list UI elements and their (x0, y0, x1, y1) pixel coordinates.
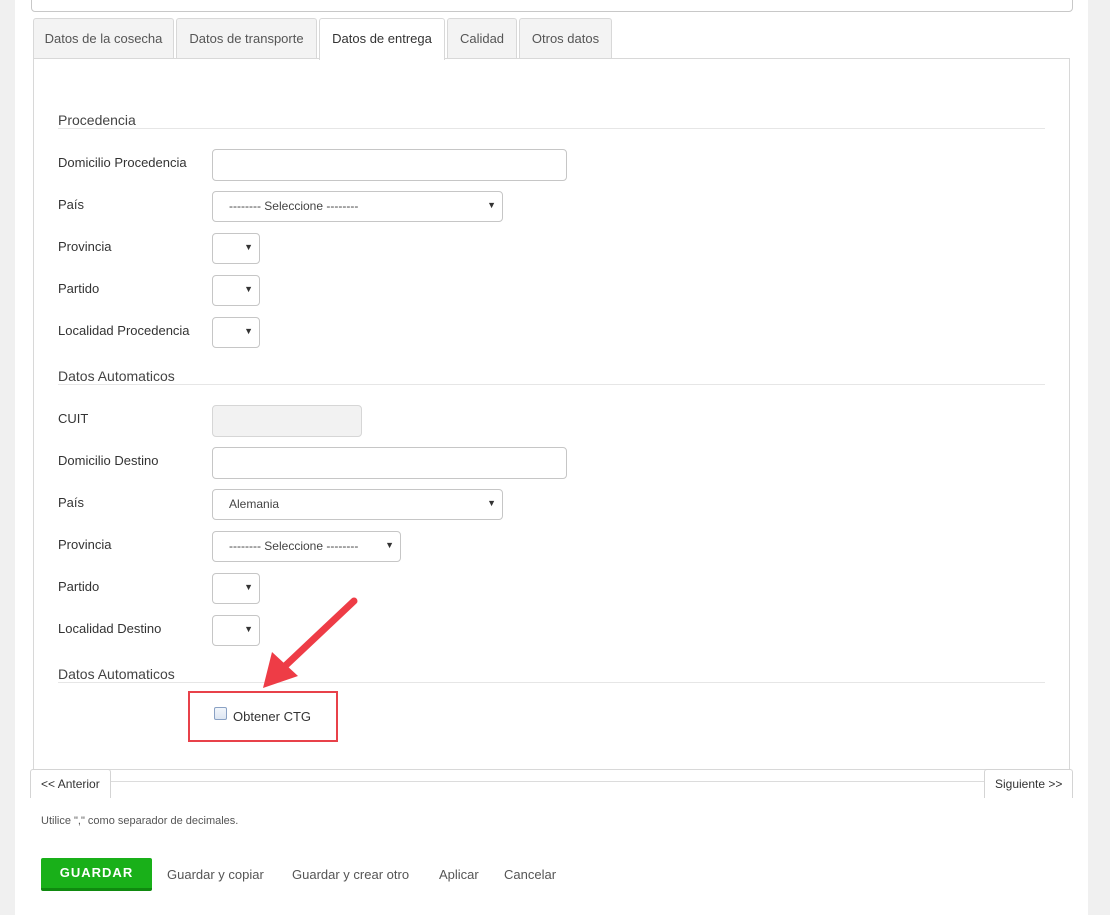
label-domicilio-destino: Domicilio Destino (58, 453, 159, 468)
caret-down-icon: ▼ (244, 624, 253, 634)
partido-destino-select[interactable]: ▼ (212, 573, 260, 604)
label-provincia-procedencia: Provincia (58, 239, 112, 254)
partido-procedencia-select[interactable]: ▼ (212, 275, 260, 306)
select-value: Alemania (229, 497, 280, 511)
section-divider (58, 384, 1045, 385)
tab-datos-entrega[interactable]: Datos de entrega (319, 18, 445, 60)
provincia-procedencia-select[interactable]: ▼ (212, 233, 260, 264)
cancel-link[interactable]: Cancelar (504, 867, 556, 882)
domicilio-destino-input[interactable] (212, 447, 567, 479)
section-divider (58, 682, 1045, 683)
domicilio-procedencia-input[interactable] (212, 149, 567, 181)
localidad-destino-select[interactable]: ▼ (212, 615, 260, 646)
pager-divider (33, 781, 1070, 782)
caret-down-icon: ▼ (244, 582, 253, 592)
select-value: -------- Seleccione -------- (229, 539, 359, 553)
section-title-datos-automaticos-ctg: Datos Automaticos (58, 666, 175, 682)
caret-down-icon: ▼ (244, 242, 253, 252)
provincia-destino-select[interactable]: -------- Seleccione -------- ▼ (212, 531, 401, 562)
localidad-procedencia-select[interactable]: ▼ (212, 317, 260, 348)
pais-destino-select[interactable]: Alemania ▼ (212, 489, 503, 520)
label-localidad-procedencia: Localidad Procedencia (58, 323, 190, 338)
label-domicilio-procedencia: Domicilio Procedencia (58, 155, 187, 170)
label-localidad-destino: Localidad Destino (58, 621, 162, 636)
section-title-procedencia: Procedencia (58, 112, 136, 128)
caret-down-icon: ▼ (385, 540, 394, 550)
pais-procedencia-select[interactable]: -------- Seleccione -------- ▼ (212, 191, 503, 222)
tab-datos-cosecha[interactable]: Datos de la cosecha (33, 18, 174, 58)
label-pais-procedencia: País (58, 197, 85, 212)
obtener-ctg-checkbox[interactable] (214, 707, 227, 720)
caret-down-icon: ▼ (487, 498, 496, 508)
previous-button[interactable]: << Anterior (30, 769, 111, 798)
form-page: Datos de la cosecha Datos de transporte … (15, 0, 1088, 915)
apply-link[interactable]: Aplicar (439, 867, 479, 882)
save-button[interactable]: GUARDAR (41, 858, 152, 891)
top-input-field[interactable] (31, 0, 1073, 12)
save-and-copy-link[interactable]: Guardar y copiar (167, 867, 264, 882)
caret-down-icon: ▼ (244, 326, 253, 336)
label-partido-procedencia: Partido (58, 281, 100, 296)
obtener-ctg-label[interactable]: Obtener CTG (233, 709, 311, 724)
decimal-separator-hint: Utilice "," como separador de decimales. (41, 815, 239, 827)
tab-otros-datos[interactable]: Otros datos (519, 18, 612, 58)
select-value: -------- Seleccione -------- (229, 199, 359, 213)
label-provincia-destino: Provincia (58, 537, 112, 552)
label-cuit: CUIT (58, 411, 89, 426)
next-button[interactable]: Siguiente >> (984, 769, 1074, 798)
cuit-input (212, 405, 362, 437)
label-partido-destino: Partido (58, 579, 100, 594)
tab-datos-transporte[interactable]: Datos de transporte (176, 18, 317, 58)
tab-calidad[interactable]: Calidad (447, 18, 517, 58)
section-title-datos-automaticos: Datos Automaticos (58, 368, 175, 384)
caret-down-icon: ▼ (244, 284, 253, 294)
save-and-new-link[interactable]: Guardar y crear otro (292, 867, 409, 882)
label-pais-destino: País (58, 495, 85, 510)
caret-down-icon: ▼ (487, 200, 496, 210)
section-divider (58, 128, 1045, 129)
